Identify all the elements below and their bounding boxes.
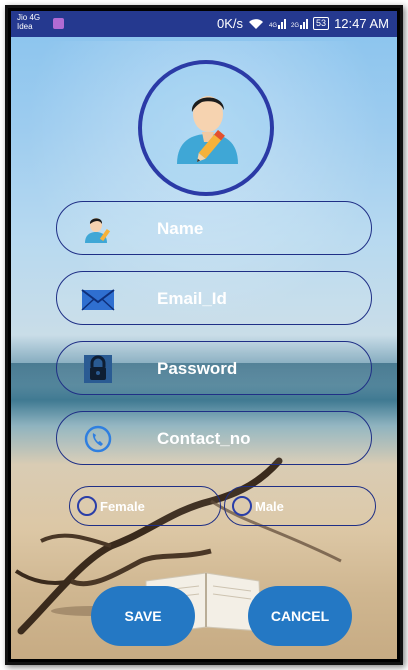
email-field[interactable] [56,271,372,325]
clock: 12:47 AM [334,16,389,31]
male-radio[interactable]: Male [224,486,376,526]
radio-circle-icon[interactable] [77,496,97,516]
data-speed: 0K/s [217,16,244,31]
signal-icon-sim1: 4G [269,18,287,29]
notification-app-icon [53,18,64,29]
phone-icon [84,425,112,453]
contact-field[interactable] [56,411,372,465]
save-button[interactable]: SAVE [91,586,195,646]
password-field[interactable] [56,341,372,395]
signal-icon-sim2: 2G [291,18,309,29]
carrier-info: Jio 4G Idea [17,13,40,31]
screen: Jio 4G Idea 0K/s 4G 2G 53 12:47 AM Name … [11,11,397,659]
wifi-icon [249,18,264,29]
user-edit-icon [177,96,238,164]
female-radio[interactable]: Female [69,486,221,526]
lock-icon [84,355,112,383]
radio-circle-icon[interactable] [232,496,252,516]
carrier-primary: Jio 4G [17,13,41,22]
password-input[interactable] [157,356,347,382]
signal2-tech: 2G [291,22,300,29]
name-input[interactable] [157,216,347,242]
profile-avatar[interactable] [138,60,274,196]
envelope-icon [81,289,115,311]
status-indicators: 0K/s 4G 2G 53 12:47 AM [217,16,389,31]
phone-frame: Jio 4G Idea 0K/s 4G 2G 53 12:47 AM Name … [5,5,403,665]
male-label: Male [255,499,284,514]
battery-icon: 53 [313,17,330,30]
user-edit-icon [85,218,111,243]
cancel-button[interactable]: CANCEL [248,586,352,646]
contact-input[interactable] [157,426,347,452]
carrier-secondary: Idea [17,22,33,31]
status-bar: Jio 4G Idea 0K/s 4G 2G 53 12:47 AM [11,11,397,37]
female-label: Female [100,499,145,514]
email-input[interactable] [157,286,347,312]
name-field[interactable] [56,201,372,255]
signal1-tech: 4G [269,22,278,29]
